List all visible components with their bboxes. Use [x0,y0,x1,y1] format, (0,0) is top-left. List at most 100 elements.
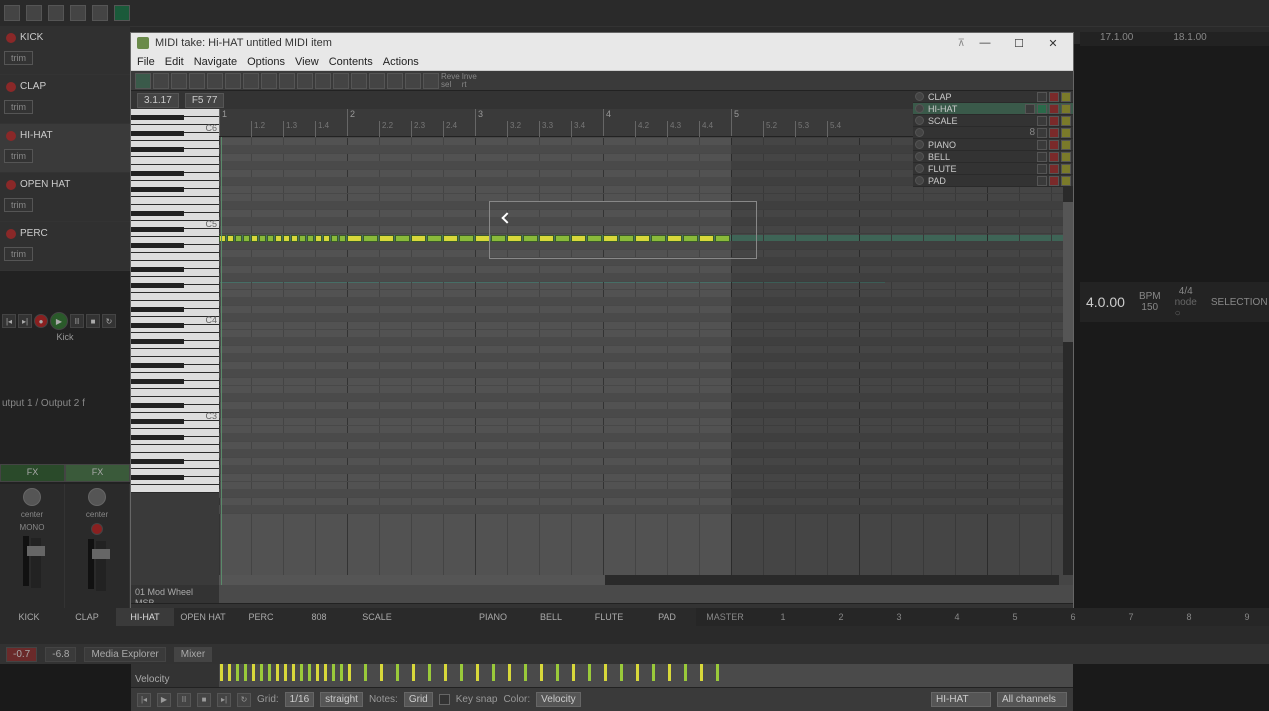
menu-edit[interactable]: Edit [165,56,184,68]
tool-icon[interactable] [369,73,385,89]
piano-key[interactable] [131,485,219,493]
midi-note[interactable] [363,235,378,242]
trim-button[interactable]: trim [4,247,33,261]
track-kick[interactable]: KICKtrim [0,26,130,75]
midi-note[interactable] [411,235,426,242]
timesig-value[interactable]: 4/4 [1179,286,1193,297]
midi-note[interactable] [267,235,274,242]
loop-icon[interactable]: ↻ [237,693,251,707]
tracklist-row[interactable]: PIANO [913,139,1073,151]
track-sq[interactable] [1037,176,1047,186]
midi-note[interactable] [459,235,474,242]
tool-icon[interactable] [153,73,169,89]
tool-icon[interactable] [26,5,42,21]
piano-key-black[interactable] [131,419,184,424]
midi-note[interactable] [251,235,258,242]
mixer-tab-empty[interactable] [406,608,464,626]
track-visible-icon[interactable] [915,104,924,113]
tool-icon[interactable] [189,73,205,89]
mixer-channel-4[interactable]: 4 [928,608,986,626]
midi-note[interactable] [427,235,442,242]
track-sq[interactable] [1037,164,1047,174]
track-visible-icon[interactable] [915,116,924,125]
mixer-tab-hi-hat[interactable]: HI-HAT [116,608,174,626]
midi-note[interactable] [379,235,394,242]
color-select[interactable]: Velocity [536,692,580,707]
tool-label[interactable]: Reve sel [441,73,460,89]
piano-key-black[interactable] [131,363,184,368]
midi-note[interactable] [315,235,322,242]
tracklist-row[interactable]: 8 [913,127,1073,139]
maximize-button[interactable]: ☐ [1005,34,1033,52]
notes-area[interactable] [219,137,1073,585]
arm-button[interactable] [91,523,103,535]
mixer-tab-808[interactable]: 808 [290,608,348,626]
tool-icon[interactable] [261,73,277,89]
transport-start-button[interactable]: |◂ [2,314,16,328]
track-visible-icon[interactable] [915,164,924,173]
grid-select[interactable]: 1/16 [285,692,314,707]
track-clap[interactable]: CLAPtrim [0,75,130,124]
piano-key[interactable] [131,349,219,357]
track-hi-hat[interactable]: HI-HATtrim [0,124,130,173]
menu-options[interactable]: Options [247,56,285,68]
mixer-tab-open-hat[interactable]: OPEN HAT [174,608,232,626]
mixer-tab[interactable]: Mixer [174,647,212,662]
tracklist-row[interactable]: FLUTE [913,163,1073,175]
mixer-channel-3[interactable]: 3 [870,608,928,626]
fader[interactable] [31,538,41,588]
fader[interactable] [96,541,106,591]
pan-knob[interactable] [88,488,106,506]
tool-icon[interactable] [333,73,349,89]
keysnap-checkbox[interactable] [439,694,450,705]
scrollbar-thumb[interactable] [1063,202,1073,342]
tracklist-row[interactable]: PAD [913,175,1073,187]
track-solo-icon[interactable] [1061,176,1071,186]
media-explorer-tab[interactable]: Media Explorer [84,647,165,662]
piano-key-black[interactable] [131,403,184,408]
tool-icon[interactable] [92,5,108,21]
piano-key-black[interactable] [131,211,184,216]
track-solo-icon[interactable] [1061,116,1071,126]
midi-note[interactable] [331,235,338,242]
track-sq[interactable] [1025,104,1035,114]
track-sq[interactable] [1037,128,1047,138]
mixer-channel-1[interactable]: 1 [754,608,812,626]
record-arm-icon[interactable] [6,131,16,141]
scrollbar-thumb[interactable] [219,575,605,585]
track-mute-icon[interactable] [1049,164,1059,174]
track-sq[interactable] [1037,92,1047,102]
midi-note[interactable] [259,235,266,242]
track-sq[interactable] [1037,152,1047,162]
piano-key-black[interactable] [131,459,184,464]
track-mute-icon[interactable] [1049,116,1059,126]
pin-icon[interactable]: ⊼ [958,38,965,49]
trim-button[interactable]: trim [4,51,33,65]
tool-icon[interactable] [243,73,259,89]
midi-note[interactable] [235,235,242,242]
tool-icon[interactable] [405,73,421,89]
track-select[interactable]: HI-HAT [931,692,991,707]
mixer-channel-MASTER[interactable]: MASTER [696,608,754,626]
menu-actions[interactable]: Actions [383,56,419,68]
cursor-pos[interactable]: 3.1.17 [137,93,179,108]
mixer-channel-2[interactable]: 2 [812,608,870,626]
track-visible-icon[interactable] [915,176,924,185]
mixer-tab-piano[interactable]: PIANO [464,608,522,626]
loop-button[interactable]: ↻ [102,314,116,328]
track-mute-icon[interactable] [1049,92,1059,102]
midi-note[interactable] [307,235,314,242]
piano-key[interactable] [131,445,219,453]
piano-key-black[interactable] [131,131,184,136]
mixer-channel-9[interactable]: 9 [1218,608,1269,626]
tool-icon[interactable] [48,5,64,21]
piano-key-black[interactable] [131,283,184,288]
midi-note[interactable] [243,235,250,242]
piano-key[interactable] [131,197,219,205]
midi-note[interactable] [275,235,282,242]
piano-key-black[interactable] [131,339,184,344]
pan-knob[interactable] [23,488,41,506]
piano-key-black[interactable] [131,227,184,232]
trim-button[interactable]: trim [4,198,33,212]
track-sq[interactable] [1037,116,1047,126]
